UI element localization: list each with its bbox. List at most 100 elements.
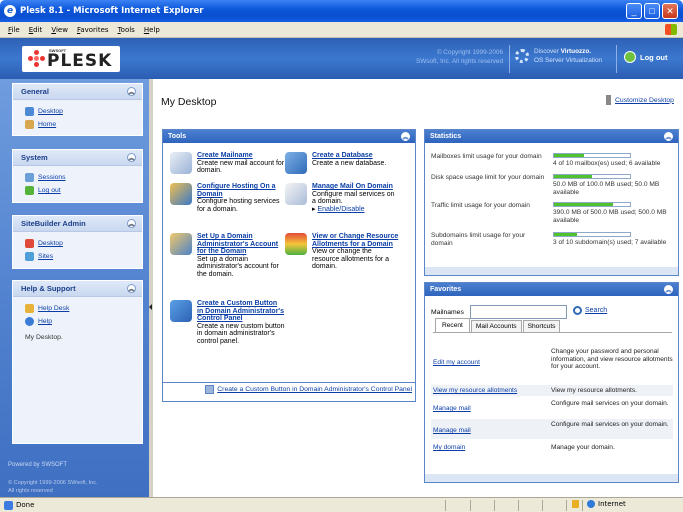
tab-underline (433, 332, 672, 333)
hosting-globe-icon (170, 183, 192, 205)
tool-link[interactable]: Create Mailname (197, 152, 285, 160)
tool-link[interactable]: Configure Hosting On a Domain (197, 183, 285, 198)
logo-name: PLESK (47, 50, 113, 71)
frame-splitter[interactable] (149, 79, 153, 497)
minimize-button[interactable]: _ (626, 3, 642, 19)
stat-value: 390.0 MB of 500.0 MB used; 500.0 MB avai… (553, 209, 667, 224)
search-button-label[interactable]: Search (585, 307, 607, 314)
collapse-icon[interactable]: ︽ (127, 284, 136, 293)
maximize-button[interactable]: □ (644, 3, 660, 19)
favorite-link[interactable]: Edit my account (433, 359, 480, 367)
tool-desc: Configure mail services on a domain. (312, 190, 395, 206)
menu-file[interactable]: File (8, 26, 20, 34)
favorites-search-button[interactable]: Search (573, 306, 607, 315)
header-copyright: © Copyright 1999-2006 SWsoft, Inc. All r… (385, 48, 503, 66)
header-copyright-line1: © Copyright 1999-2006 (436, 49, 503, 56)
desktop-icon (25, 107, 34, 116)
nav-item-label[interactable]: Desktop (38, 108, 63, 115)
tool-desc: Create a new custom button in domain adm… (197, 322, 285, 345)
tool-link[interactable]: Create a Custom Button in Domain Adminis… (197, 300, 285, 323)
left-copyright-line1: © Copyright 1999-2006 SWsoft, Inc. (8, 480, 98, 486)
collapse-icon[interactable]: ︽ (127, 219, 136, 228)
helpdesk-icon (25, 304, 34, 313)
tool-link[interactable]: Create a Database (312, 152, 400, 160)
virtuozzo-gear-icon (515, 49, 529, 63)
nav-item-label[interactable]: Log out (38, 187, 61, 194)
resource-meter-icon (285, 233, 307, 255)
tools-panel: Tools ︽ Create Mailname Create new mail ac… (162, 129, 416, 402)
favorite-link[interactable]: Manage mail (433, 427, 471, 435)
menu-view[interactable]: View (51, 26, 68, 34)
mail-add-icon (170, 152, 192, 174)
plesk-logo[interactable]: SWSOFT PLESK (22, 46, 120, 72)
collapse-icon[interactable]: ︽ (401, 132, 410, 141)
favorites-search-input[interactable] (470, 305, 567, 319)
nav-item-label[interactable]: Sites (38, 253, 53, 260)
nav-item-sites[interactable]: Sites (13, 250, 142, 263)
virtuozzo-promo[interactable]: Discover Virtuozzo. OS Server Virtualiza… (515, 47, 602, 65)
tool-link[interactable]: Set Up a Domain Administrator's Account … (197, 233, 285, 256)
tab-recent[interactable]: Recent (435, 318, 470, 332)
enable-disable-link[interactable]: Enable/Disable (317, 206, 364, 213)
stat-row: Mailboxes limit usage for your domain 4 … (431, 153, 677, 175)
custom-button-add-icon (170, 300, 192, 322)
custom-button-footer-link[interactable]: Create a Custom Button in Domain Adminis… (163, 382, 416, 396)
panel-title: Statistics (430, 133, 462, 140)
status-divider (445, 500, 446, 511)
menu-tools[interactable]: Tools (118, 26, 135, 34)
favorite-row: Manage mail Configure mail services on y… (431, 419, 673, 439)
panel-footer (425, 267, 678, 275)
collapse-arrow-icon[interactable] (149, 304, 152, 310)
favorite-row: View my resource allotments View my reso… (431, 385, 673, 396)
customize-desktop-label[interactable]: Customize Desktop (615, 97, 674, 104)
stat-row: Traffic limit usage for your domain 390.… (431, 202, 677, 228)
collapse-icon[interactable]: ︽ (664, 285, 673, 294)
menu-help[interactable]: Help (144, 26, 160, 34)
usage-bar (553, 153, 631, 158)
nav-item-helpdesk[interactable]: Help Desk (13, 302, 142, 315)
stat-label: Traffic limit usage for your domain (431, 202, 530, 209)
tool-link[interactable]: View or Change Resource Allotments for a… (312, 233, 400, 248)
search-icon (573, 306, 582, 315)
nav-item-desktop[interactable]: Desktop (13, 105, 142, 118)
nav-item-label[interactable]: Help Desk (38, 305, 69, 312)
status-divider (518, 500, 519, 511)
sitebuilder-desktop-icon (25, 239, 34, 248)
nav-item-help[interactable]: Help (13, 315, 142, 328)
nav-item-home[interactable]: Home (13, 118, 142, 131)
custom-button-footer-label[interactable]: Create a Custom Button in Domain Adminis… (217, 386, 412, 393)
tab-shortcuts[interactable]: Shortcuts (522, 320, 561, 332)
header-logout-button[interactable]: Log out (624, 51, 668, 63)
powered-by[interactable]: Powered by SWSOFT (8, 462, 67, 468)
favorites-panel: Favorites ︽ Mailnames Search Recent Mail … (424, 282, 679, 483)
nav-item-sb-desktop[interactable]: Desktop (13, 237, 142, 250)
help-icon (25, 317, 34, 326)
statistics-panel: Statistics ︽ Mailboxes limit usage for yo… (424, 129, 679, 276)
favorite-link[interactable]: Manage mail (433, 405, 471, 413)
nav-item-sessions[interactable]: Sessions (13, 171, 142, 184)
nav-item-label[interactable]: Sessions (38, 174, 66, 181)
favorite-desc: Configure mail services on your domain. (551, 421, 669, 428)
close-button[interactable]: ✕ (662, 3, 678, 19)
menu-favorites[interactable]: Favorites (77, 26, 109, 34)
nav-item-logout[interactable]: Log out (13, 184, 142, 197)
collapse-icon[interactable]: ︽ (664, 132, 673, 141)
collapse-icon[interactable]: ︽ (127, 87, 136, 96)
nav-section-general: General ︽ Desktop Home (12, 83, 143, 136)
nav-item-label[interactable]: Help (38, 318, 52, 325)
favorite-link[interactable]: View my resource allotments (433, 387, 517, 395)
customize-desktop-link[interactable]: Customize Desktop (606, 95, 674, 105)
nav-section-system: System ︽ Sessions Log out (12, 149, 143, 203)
tool-link[interactable]: Manage Mail On Domain (312, 183, 400, 191)
status-text: Done (16, 501, 35, 509)
favorite-link[interactable]: My domain (433, 444, 465, 452)
status-divider (542, 500, 543, 511)
collapse-icon[interactable]: ︽ (127, 153, 136, 162)
menu-edit[interactable]: Edit (29, 26, 43, 34)
context-help-text: My Desktop. (25, 334, 63, 341)
nav-item-label[interactable]: Home (38, 121, 56, 128)
header-divider (509, 45, 510, 73)
lock-icon (572, 500, 579, 508)
nav-item-label[interactable]: Desktop (38, 240, 63, 247)
tab-mail-accounts[interactable]: Mail Accounts (470, 320, 522, 332)
